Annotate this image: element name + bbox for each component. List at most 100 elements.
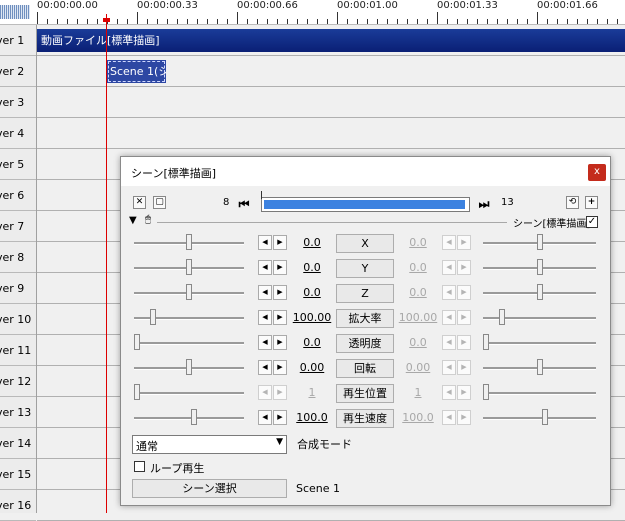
decrement-left-button[interactable]: ◀	[258, 260, 272, 275]
scene-select-button[interactable]: シーン選択	[132, 479, 287, 498]
increment-right-button[interactable]: ▶	[457, 335, 471, 350]
decrement-left-button[interactable]: ◀	[258, 360, 272, 375]
param-value-right[interactable]: 1	[393, 386, 443, 399]
increment-left-button[interactable]: ▶	[273, 335, 287, 350]
layer-label[interactable]: ver 13	[0, 397, 36, 428]
param-value-right[interactable]: 0.00	[393, 361, 443, 374]
playhead-line[interactable]	[106, 14, 107, 513]
decrement-right-button[interactable]: ◀	[442, 410, 456, 425]
decrement-right-button[interactable]: ◀	[442, 360, 456, 375]
fast-forward-icon[interactable]: ⏭	[476, 196, 492, 212]
layer-label[interactable]: ver 14	[0, 428, 36, 459]
param-slider-left[interactable]	[134, 259, 244, 277]
slider-thumb[interactable]	[191, 409, 197, 425]
param-slider-right[interactable]	[483, 309, 596, 327]
param-button[interactable]: X	[336, 234, 394, 253]
param-slider-left[interactable]	[134, 409, 244, 427]
param-slider-left[interactable]	[134, 384, 244, 402]
increment-left-button[interactable]: ▶	[273, 260, 287, 275]
decrement-right-button[interactable]: ◀	[442, 385, 456, 400]
slider-thumb[interactable]	[537, 284, 543, 300]
param-value-left[interactable]: 0.00	[287, 361, 337, 374]
increment-left-button[interactable]: ▶	[273, 285, 287, 300]
decrement-left-button[interactable]: ◀	[258, 310, 272, 325]
dialog-titlebar[interactable]: シーン[標準描画] x	[121, 157, 610, 186]
increment-left-button[interactable]: ▶	[273, 310, 287, 325]
param-value-right[interactable]: 0.0	[393, 286, 443, 299]
slider-thumb[interactable]	[537, 359, 543, 375]
scene-object[interactable]: Scene 1(シ	[107, 60, 166, 83]
param-slider-left[interactable]	[134, 234, 244, 252]
param-value-right[interactable]: 0.0	[393, 261, 443, 274]
rewind-icon[interactable]: ⏮	[236, 196, 252, 212]
decrement-left-button[interactable]: ◀	[258, 385, 272, 400]
decrement-right-button[interactable]: ◀	[442, 235, 456, 250]
param-button[interactable]: Z	[336, 284, 394, 303]
increment-left-button[interactable]: ▶	[273, 360, 287, 375]
collapse-triangle-icon[interactable]: ▼	[129, 215, 137, 226]
decrement-right-button[interactable]: ◀	[442, 260, 456, 275]
increment-right-button[interactable]: ▶	[457, 310, 471, 325]
add-filter-icon[interactable]: +	[585, 196, 598, 209]
decrement-left-button[interactable]: ◀	[258, 410, 272, 425]
decrement-right-button[interactable]: ◀	[442, 285, 456, 300]
video-file-object[interactable]: 動画ファイル[標準描画]	[37, 29, 625, 52]
param-slider-left[interactable]	[134, 334, 244, 352]
frame-seekbar[interactable]	[261, 197, 470, 212]
param-slider-left[interactable]	[134, 359, 244, 377]
clipping-icon[interactable]: ▢	[153, 196, 166, 209]
param-value-left[interactable]: 0.0	[287, 336, 337, 349]
slider-thumb[interactable]	[186, 259, 192, 275]
decrement-left-button[interactable]: ◀	[258, 335, 272, 350]
increment-left-button[interactable]: ▶	[273, 410, 287, 425]
param-slider-left[interactable]	[134, 309, 244, 327]
decrement-left-button[interactable]: ◀	[258, 285, 272, 300]
param-value-left[interactable]: 0.0	[287, 236, 337, 249]
increment-right-button[interactable]: ▶	[457, 260, 471, 275]
param-button[interactable]: 再生位置	[336, 384, 394, 403]
increment-left-button[interactable]: ▶	[273, 235, 287, 250]
param-slider-right[interactable]	[483, 359, 596, 377]
param-button[interactable]: 再生速度	[336, 409, 394, 428]
slider-thumb[interactable]	[537, 259, 543, 275]
layer-label[interactable]: ver 3	[0, 87, 36, 118]
timeline-ruler[interactable]: 00:00:00.00 00:00:00.33 00:00:00.66 00:00:0…	[0, 0, 625, 25]
param-value-right[interactable]: 0.0	[393, 336, 443, 349]
param-value-right[interactable]: 100.00	[393, 311, 443, 324]
param-value-left[interactable]: 0.0	[287, 261, 337, 274]
slider-thumb[interactable]	[134, 334, 140, 350]
decrement-left-button[interactable]: ◀	[258, 235, 272, 250]
decrement-right-button[interactable]: ◀	[442, 310, 456, 325]
increment-right-button[interactable]: ▶	[457, 285, 471, 300]
param-slider-right[interactable]	[483, 409, 596, 427]
layer-label[interactable]: ver 4	[0, 118, 36, 149]
param-value-left[interactable]: 0.0	[287, 286, 337, 299]
slider-thumb[interactable]	[483, 334, 489, 350]
increment-right-button[interactable]: ▶	[457, 235, 471, 250]
close-button[interactable]: x	[588, 164, 606, 181]
param-value-right[interactable]: 0.0	[393, 236, 443, 249]
increment-right-button[interactable]: ▶	[457, 385, 471, 400]
layer-label[interactable]: ver 8	[0, 242, 36, 273]
slider-thumb[interactable]	[186, 359, 192, 375]
layer-label[interactable]: ver 15	[0, 459, 36, 490]
slider-thumb[interactable]	[134, 384, 140, 400]
slider-thumb[interactable]	[499, 309, 505, 325]
param-slider-right[interactable]	[483, 334, 596, 352]
decrement-right-button[interactable]: ◀	[442, 335, 456, 350]
param-slider-right[interactable]	[483, 384, 596, 402]
layer-label[interactable]: ver 9	[0, 273, 36, 304]
increment-right-button[interactable]: ▶	[457, 360, 471, 375]
layer-label[interactable]: ver 6	[0, 180, 36, 211]
param-button[interactable]: 回転	[336, 359, 394, 378]
layer-label[interactable]: ver 10	[0, 304, 36, 335]
slider-thumb[interactable]	[186, 234, 192, 250]
layer-label[interactable]: ver 1	[0, 25, 36, 56]
layer-label[interactable]: ver 2	[0, 56, 36, 87]
param-button[interactable]: 拡大率	[336, 309, 394, 328]
param-value-left[interactable]: 100.0	[287, 411, 337, 424]
loop-playback-checkbox[interactable]	[134, 461, 145, 472]
camera-control-icon[interactable]: ✕	[133, 196, 146, 209]
param-value-right[interactable]: 100.0	[393, 411, 443, 424]
layer-label[interactable]: ver 11	[0, 335, 36, 366]
